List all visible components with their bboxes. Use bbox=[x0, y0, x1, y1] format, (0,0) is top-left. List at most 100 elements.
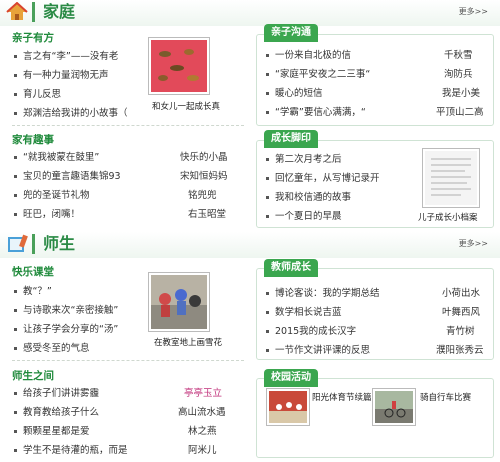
item-title[interactable]: 颗颗星星都是爱 bbox=[23, 426, 90, 437]
divider bbox=[12, 360, 244, 361]
photo-thumbnail[interactable] bbox=[372, 388, 416, 426]
heading-jiayou-qushi[interactable]: 家有趣事 bbox=[12, 132, 54, 147]
list-item[interactable]: “就我被蒙在鼓里” 快乐的小晶 bbox=[14, 148, 244, 167]
list-item[interactable]: 博论客谈：我的学期总结 小荷出水 bbox=[266, 284, 488, 303]
list-item[interactable]: 与诗歌来次“亲密接触” bbox=[14, 301, 118, 320]
item-author[interactable]: 青竹树 bbox=[446, 322, 475, 341]
heading-shisheng[interactable]: 师生之间 bbox=[12, 368, 54, 383]
photo-thumbnail[interactable] bbox=[422, 148, 480, 208]
list-item[interactable]: 教“？” bbox=[14, 282, 118, 301]
document-image bbox=[425, 151, 477, 205]
list-item[interactable]: 学生不是待灌的瓶，而是 阿米儿 bbox=[14, 441, 244, 460]
house-icon bbox=[6, 2, 28, 20]
section-header: 师生 更多>> bbox=[0, 232, 500, 258]
kuaile-list: 教“？” 与诗歌来次“亲密接触” 让孩子学会分享的“汤” 感受冬至的气息 bbox=[14, 282, 118, 358]
tab-chengzhang[interactable]: 成长脚印 bbox=[264, 130, 318, 148]
item-author[interactable]: 濮阳张秀云 bbox=[436, 341, 484, 360]
item-author[interactable]: 平顶山二高 bbox=[436, 103, 484, 122]
item-author[interactable]: 高山流水遇 bbox=[178, 403, 226, 422]
list-item[interactable]: “家庭平安夜之二三事“ 洵防兵 bbox=[266, 65, 488, 84]
list-item[interactable]: 一个夏日的早晨 bbox=[266, 207, 380, 226]
list-item[interactable]: 有一种力量润物无声 bbox=[14, 66, 128, 85]
item-author[interactable]: 铭兜兜 bbox=[188, 186, 217, 205]
photo-caption[interactable]: 在教室地上画雪花 bbox=[154, 336, 222, 348]
item-title[interactable]: 给孩子们讲讲雾霾 bbox=[23, 388, 99, 399]
item-title[interactable]: 教育教给孩子什么 bbox=[23, 407, 99, 418]
list-item[interactable]: 回忆童年，从写博记录开 bbox=[266, 169, 380, 188]
section-title: 家庭 bbox=[32, 2, 75, 22]
leaf-art-image bbox=[151, 40, 207, 92]
photo-caption[interactable]: 和女儿一起成长真 bbox=[152, 100, 220, 112]
list-item[interactable]: 一份来自北极的信 千秋雪 bbox=[266, 46, 488, 65]
divider bbox=[12, 125, 244, 126]
sports-image bbox=[269, 391, 307, 423]
item-title[interactable]: “家庭平安夜之二三事“ bbox=[275, 69, 370, 80]
heading-qinzi-youfang[interactable]: 亲子有方 bbox=[12, 30, 54, 45]
list-item[interactable]: “学霸”要信心满满，“ 平顶山二高 bbox=[266, 103, 488, 122]
list-item[interactable]: 颗颗星星都是爱 林之燕 bbox=[14, 422, 244, 441]
list-item[interactable]: 言之有“李”——没有老 bbox=[14, 47, 128, 66]
item-author[interactable]: 叶舞西风 bbox=[442, 303, 480, 322]
item-author[interactable]: 林之燕 bbox=[188, 422, 217, 441]
list-item[interactable]: 育儿反思 bbox=[14, 85, 128, 104]
section-title: 师生 bbox=[32, 234, 75, 254]
list-item[interactable]: 暖心的短信 我是小美 bbox=[266, 84, 488, 103]
classroom-image bbox=[151, 275, 207, 329]
item-title[interactable]: 博论客谈：我的学期总结 bbox=[275, 288, 380, 299]
item-title[interactable]: 宝贝的童言趣语集锦93 bbox=[23, 171, 121, 182]
item-author[interactable]: 快乐的小晶 bbox=[180, 148, 228, 167]
item-title[interactable]: 一份来自北极的信 bbox=[275, 50, 351, 61]
item-title[interactable]: 暖心的短信 bbox=[275, 88, 323, 99]
more-link[interactable]: 更多>> bbox=[459, 6, 488, 17]
list-item[interactable]: 宝贝的童言趣语集锦93 宋知恒妈妈 bbox=[14, 167, 244, 186]
item-author[interactable]: 洵防兵 bbox=[444, 65, 473, 84]
list-item[interactable]: 感受冬至的气息 bbox=[14, 339, 118, 358]
photo-caption[interactable]: 骑自行车比赛 bbox=[420, 391, 471, 403]
item-author[interactable]: 我是小美 bbox=[442, 84, 480, 103]
item-author[interactable]: 小荷出水 bbox=[442, 284, 480, 303]
more-link[interactable]: 更多>> bbox=[459, 238, 488, 249]
item-title[interactable]: 数学相长说吉蓝 bbox=[275, 307, 342, 318]
section-header: 家庭 更多>> bbox=[0, 0, 500, 26]
tab-qinzi-goutong[interactable]: 亲子沟通 bbox=[264, 24, 318, 42]
chengzhang-list: 第二次月考之后 回忆童年，从写博记录开 我和校信通的故事 一个夏日的早晨 bbox=[266, 150, 380, 226]
item-author[interactable]: 千秋雪 bbox=[444, 46, 473, 65]
photo-thumbnail[interactable] bbox=[266, 388, 310, 426]
bicycle-race-image bbox=[375, 391, 413, 423]
item-title[interactable]: 旺巴，闭嘴！ bbox=[23, 209, 80, 220]
list-item[interactable]: 让孩子学会分享的“汤” bbox=[14, 320, 118, 339]
list-item[interactable]: 给孩子们讲讲雾霾 亭亭玉立 bbox=[14, 384, 244, 403]
photo-caption[interactable]: 儿子成长小档案 bbox=[418, 211, 478, 223]
heading-kuaile-ketang[interactable]: 快乐课堂 bbox=[12, 264, 54, 279]
item-author[interactable]: 右玉昭堂 bbox=[188, 205, 226, 224]
book-icon bbox=[8, 234, 28, 252]
list-item[interactable]: 数学相长说吉蓝 叶舞西风 bbox=[266, 303, 488, 322]
photo-thumbnail[interactable] bbox=[148, 37, 210, 95]
list-item[interactable]: 第二次月考之后 bbox=[266, 150, 380, 169]
item-author[interactable]: 亭亭玉立 bbox=[184, 384, 222, 403]
list-item[interactable]: 2015我的成长汉字 青竹树 bbox=[266, 322, 488, 341]
jiayou-qushi-list: “就我被蒙在鼓里” 快乐的小晶 宝贝的童言趣语集锦93 宋知恒妈妈 兜的圣诞节礼物 铭… bbox=[14, 148, 244, 224]
tab-xiaoyuan[interactable]: 校园活动 bbox=[264, 369, 318, 387]
photo-caption[interactable]: 阳光体育节续篇 bbox=[312, 391, 372, 403]
photo-thumbnail[interactable] bbox=[148, 272, 210, 332]
list-item[interactable]: 一节作文讲评课的反思 濮阳张秀云 bbox=[266, 341, 488, 360]
list-item[interactable]: 郑渊洁给我讲的小故事（ bbox=[14, 104, 128, 123]
teacher-section: 师生 更多>> 快乐课堂 教“？” 与诗歌来次“亲密接触” 让孩子学会分享的“汤… bbox=[0, 232, 500, 462]
list-item[interactable]: 教育教给孩子什么 高山流水遇 bbox=[14, 403, 244, 422]
qinzi-youfang-list: 言之有“李”——没有老 有一种力量润物无声 育儿反思 郑渊洁给我讲的小故事（ bbox=[14, 47, 128, 123]
item-title[interactable]: “学霸”要信心满满，“ bbox=[275, 107, 366, 118]
item-title[interactable]: “就我被蒙在鼓里” bbox=[23, 152, 99, 163]
item-title[interactable]: 一节作文讲评课的反思 bbox=[275, 345, 370, 356]
list-item[interactable]: 兜的圣诞节礼物 铭兜兜 bbox=[14, 186, 244, 205]
list-item[interactable]: 我和校信通的故事 bbox=[266, 188, 380, 207]
item-title[interactable]: 2015我的成长汉字 bbox=[275, 326, 356, 337]
jiaoshi-list: 博论客谈：我的学期总结 小荷出水 数学相长说吉蓝 叶舞西风 2015我的成长汉字 青竹… bbox=[266, 284, 488, 360]
tab-jiaoshi[interactable]: 教师成长 bbox=[264, 259, 318, 277]
item-author[interactable]: 宋知恒妈妈 bbox=[180, 167, 228, 186]
item-title[interactable]: 学生不是待灌的瓶，而是 bbox=[23, 445, 128, 456]
item-author[interactable]: 阿米儿 bbox=[188, 441, 217, 460]
item-title[interactable]: 兜的圣诞节礼物 bbox=[23, 190, 90, 201]
family-section: 家庭 更多>> 亲子有方 言之有“李”——没有老 有一种力量润物无声 育儿反思 … bbox=[0, 0, 500, 230]
list-item[interactable]: 旺巴，闭嘴！ 右玉昭堂 bbox=[14, 205, 244, 224]
